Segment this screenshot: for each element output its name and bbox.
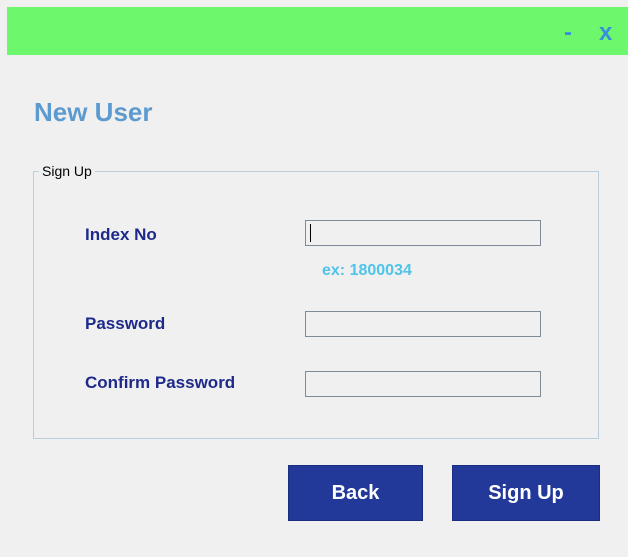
- signup-groupbox: Sign Up: [33, 163, 599, 439]
- minimize-button[interactable]: -: [564, 21, 572, 45]
- close-button[interactable]: x: [599, 21, 612, 45]
- confirm-password-input[interactable]: [305, 371, 541, 397]
- back-button[interactable]: Back: [288, 465, 423, 521]
- group-legend: Sign Up: [39, 163, 95, 179]
- password-label: Password: [85, 314, 166, 333]
- password-input[interactable]: [305, 311, 541, 337]
- sign-up-button[interactable]: Sign Up: [452, 465, 600, 521]
- index-no-input[interactable]: [305, 220, 541, 246]
- index-no-hint: ex: 1800034: [322, 262, 412, 279]
- index-no-label: Index No: [85, 225, 157, 244]
- page-title: New User: [34, 97, 153, 127]
- confirm-password-label: Confirm Password: [85, 373, 236, 392]
- text-caret: [310, 224, 311, 242]
- title-bar: - x: [7, 7, 628, 55]
